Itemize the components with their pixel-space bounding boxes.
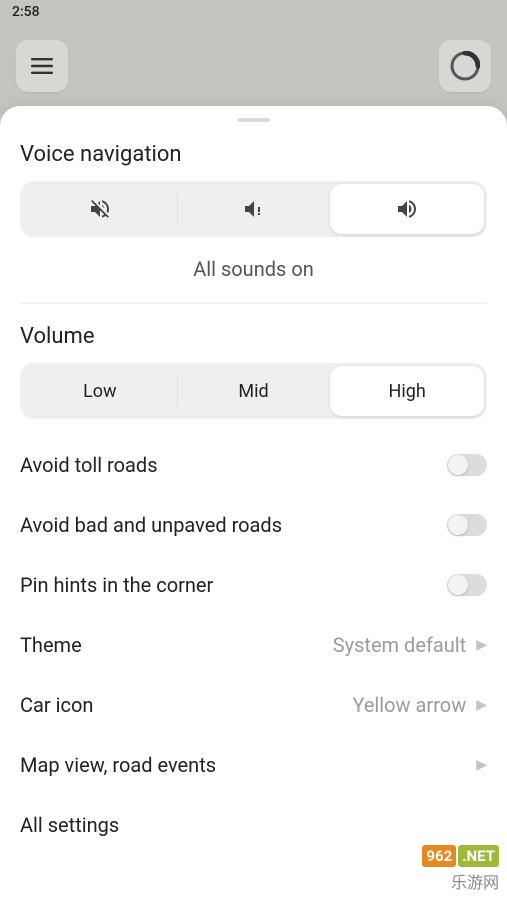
menu-button[interactable] <box>16 40 68 92</box>
hamburger-icon <box>31 58 53 74</box>
avoid-bad-label: Avoid bad and unpaved roads <box>20 513 282 537</box>
car-icon-value: Yellow arrow <box>352 693 466 717</box>
row-pin-hints: Pin hints in the corner <box>0 555 507 615</box>
compass-button[interactable] <box>439 40 491 92</box>
volume-segment: Low Mid High <box>20 363 487 419</box>
volume-high-label: High <box>389 381 426 402</box>
voice-nav-all[interactable] <box>330 184 484 234</box>
volume-alert-icon <box>242 197 266 221</box>
volume-low-label: Low <box>83 381 117 402</box>
row-map-view[interactable]: Map view, road events ▶ <box>0 735 507 795</box>
row-all-settings[interactable]: All settings <box>0 795 507 855</box>
car-icon-label: Car icon <box>20 693 93 717</box>
volume-low[interactable]: Low <box>23 366 177 416</box>
avoid-toll-toggle[interactable] <box>447 454 487 476</box>
avoid-bad-toggle[interactable] <box>447 514 487 536</box>
voice-nav-mute[interactable] <box>23 184 177 234</box>
volume-high[interactable]: High <box>330 366 484 416</box>
volume-mid-label: Mid <box>238 381 268 402</box>
voice-nav-alerts[interactable] <box>177 184 331 234</box>
sheet-grabber[interactable] <box>238 118 270 122</box>
pin-hints-toggle[interactable] <box>447 574 487 596</box>
theme-value: System default <box>333 633 466 657</box>
chevron-right-icon: ▶ <box>476 697 487 713</box>
compass-icon <box>450 51 480 81</box>
theme-label: Theme <box>20 633 82 657</box>
pin-hints-label: Pin hints in the corner <box>20 573 213 597</box>
clock: 2:58 <box>12 4 40 20</box>
chevron-right-icon: ▶ <box>476 637 487 653</box>
all-settings-label: All settings <box>20 813 119 837</box>
row-car-icon[interactable]: Car icon Yellow arrow ▶ <box>0 675 507 735</box>
volume-mid[interactable]: Mid <box>177 366 331 416</box>
status-bar: 2:58 <box>0 0 507 26</box>
voice-nav-caption: All sounds on <box>0 253 507 303</box>
volume-title: Volume <box>0 324 507 363</box>
divider <box>20 303 487 304</box>
volume-mute-icon <box>88 197 112 221</box>
app-header <box>0 26 507 106</box>
map-view-label: Map view, road events <box>20 753 216 777</box>
volume-on-icon <box>395 197 419 221</box>
row-avoid-bad: Avoid bad and unpaved roads <box>0 495 507 555</box>
chevron-right-icon: ▶ <box>476 757 487 773</box>
voice-nav-segment <box>20 181 487 237</box>
row-avoid-toll: Avoid toll roads <box>0 435 507 495</box>
avoid-toll-label: Avoid toll roads <box>20 453 158 477</box>
row-theme[interactable]: Theme System default ▶ <box>0 615 507 675</box>
settings-sheet: Voice navigation All sounds on Volume Lo… <box>0 106 507 901</box>
voice-nav-title: Voice navigation <box>0 142 507 181</box>
